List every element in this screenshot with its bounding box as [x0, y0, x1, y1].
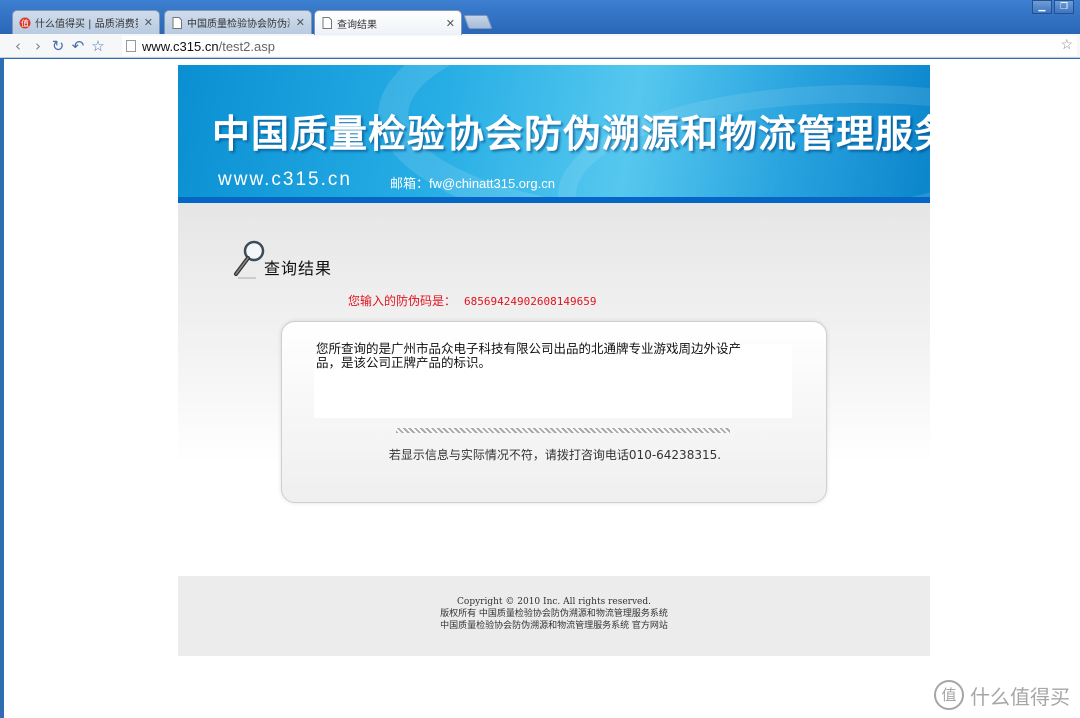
url-path: /test2.asp — [218, 38, 275, 54]
tab-close-icon[interactable]: ✕ — [296, 16, 305, 29]
tab-c315[interactable]: 中国质量检验协会防伪溯源 ✕ — [164, 10, 312, 34]
site-url: www.c315.cn — [218, 169, 352, 190]
site-banner: 中国质量检验协会防伪溯源和物流管理服务系统 www.c315.cn 邮箱：fw@… — [178, 65, 930, 203]
tab-smzdm[interactable]: 值 什么值得买 | 品质消费第一 ✕ — [12, 10, 160, 34]
tab-title: 什么值得买 | 品质消费第一 — [35, 19, 138, 30]
tab-title: 查询结果 — [337, 19, 377, 31]
star-icon[interactable]: ☆ — [1060, 36, 1073, 53]
code-label: 您输入的防伪码是： — [348, 294, 457, 308]
reload-icon[interactable]: ↻ — [48, 36, 68, 56]
site-email: 邮箱：fw@chinatt315.org.cn — [390, 176, 555, 191]
result-box: 您所查询的是广州市品众电子科技有限公司出品的北通牌专业游戏周边外设产品，是该公司… — [281, 321, 827, 503]
magnifier-icon — [234, 240, 265, 279]
forward-arrow-icon[interactable]: › — [28, 36, 48, 56]
page-favicon-icon — [322, 17, 332, 29]
tab-close-icon[interactable]: ✕ — [144, 16, 153, 29]
site-container: 中国质量检验协会防伪溯源和物流管理服务系统 www.c315.cn 邮箱：fw@… — [178, 65, 930, 656]
tab-title: 中国质量检验协会防伪溯源 — [187, 19, 290, 30]
page-favicon-icon — [172, 16, 182, 29]
site-footer: Copyright © 2010 Inc. All rights reserve… — [178, 576, 930, 656]
browser-toolbar: ‹ › ↻ ↶ ☆ www.c315.cn/test2.asp ☆ — [0, 34, 1080, 58]
browser-titlebar: 值 什么值得买 | 品质消费第一 ✕ 中国质量检验协会防伪溯源 ✕ 查询结果 ✕… — [0, 0, 1080, 35]
undo-icon[interactable]: ↶ — [68, 36, 88, 56]
tab-close-icon[interactable]: ✕ — [446, 17, 455, 30]
watermark-logo-icon: 值 — [934, 680, 964, 710]
site-title: 中国质量检验协会防伪溯源和物流管理服务系统 — [212, 111, 930, 156]
page-viewport: 中国质量检验协会防伪溯源和物流管理服务系统 www.c315.cn 邮箱：fw@… — [4, 59, 1080, 718]
result-heading: 查询结果 — [264, 259, 333, 278]
address-bar[interactable]: www.c315.cn/test2.asp ☆ — [122, 36, 1077, 56]
restore-icon[interactable]: ❐ — [1054, 0, 1074, 14]
hatched-divider — [396, 428, 730, 433]
watermark-text: 什么值得买 — [970, 684, 1070, 709]
minimize-icon[interactable]: ▁ — [1032, 0, 1052, 14]
footer-copyright: Copyright © 2010 Inc. All rights reserve… — [457, 597, 651, 607]
watermark: 值 什么值得买 — [934, 680, 1070, 710]
footer-text: Copyright © 2010 Inc. All rights reserve… — [178, 596, 930, 632]
smzdm-favicon-icon: 值 — [19, 17, 31, 28]
contact-note: 若显示信息与实际情况不符，请拨打咨询电话010-64238315. — [388, 448, 722, 462]
result-message: 您所查询的是广州市品众电子科技有限公司出品的北通牌专业游戏周边外设产品，是该公司… — [316, 341, 742, 370]
page-icon — [126, 40, 136, 52]
entered-code-line: 您输入的防伪码是： 68569424902608149659 — [348, 292, 596, 309]
footer-rights: 版权所有 中国质量检验协会防伪溯源和物流管理服务系统 — [440, 609, 668, 619]
back-arrow-icon[interactable]: ‹ — [8, 36, 28, 56]
svg-text:值: 值 — [21, 18, 29, 28]
new-tab-button[interactable] — [463, 15, 493, 29]
footer-official[interactable]: 中国质量检验协会防伪溯源和物流管理服务系统 官方网站 — [178, 620, 930, 632]
tab-query-result[interactable]: 查询结果 ✕ — [314, 10, 462, 35]
code-value: 68569424902608149659 — [464, 295, 597, 308]
url-host: www.c315.cn — [142, 38, 219, 54]
result-section: 查询结果 您输入的防伪码是： 68569424902608149659 您所查询的… — [178, 203, 930, 576]
bookmark-star-icon[interactable]: ☆ — [88, 36, 108, 56]
window-controls: ▁ ❐ — [1032, 0, 1074, 14]
